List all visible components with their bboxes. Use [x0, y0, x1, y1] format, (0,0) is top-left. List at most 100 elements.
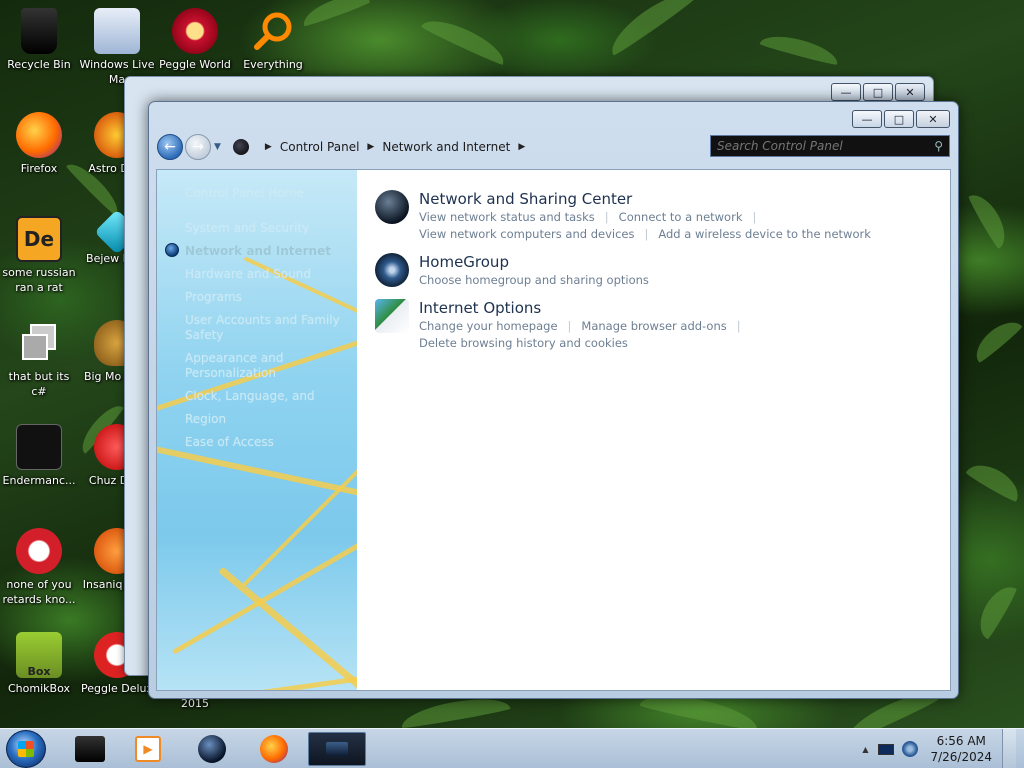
link-manage-add-ons[interactable]: Manage browser add-ons — [581, 318, 726, 335]
internet-options-icon — [375, 299, 409, 333]
category-list: Network and Sharing Center View network … — [357, 170, 950, 690]
show-hidden-icons-icon[interactable]: ▲ — [862, 745, 868, 754]
breadcrumb-chevron-icon[interactable]: ▶ — [367, 142, 374, 152]
category-internet-options: Internet Options Change your homepage | Ma… — [375, 299, 950, 352]
nav-link-hardware-and-sound[interactable]: Hardware and Sound — [185, 263, 347, 286]
category-title[interactable]: Internet Options — [419, 299, 950, 318]
maximize-icon[interactable]: □ — [863, 83, 893, 101]
taskbar-app-media-player[interactable]: ▶ — [126, 732, 170, 766]
peggle-world-icon — [172, 8, 218, 54]
search-box[interactable]: ⚲ — [710, 135, 950, 157]
taskbar: ▶ ▲ 6:56 AM 7/26/2024 — [0, 728, 1024, 768]
control-panel-icon — [232, 139, 249, 155]
link-change-homepage[interactable]: Change your homepage — [419, 318, 558, 335]
search-input[interactable] — [717, 139, 917, 153]
desktop-icon-endermanch[interactable]: Endermanc... — [0, 424, 78, 488]
windows-logo-icon — [18, 741, 34, 757]
minimize-icon[interactable]: — — [831, 83, 861, 101]
forward-arrow-icon: → — [192, 139, 204, 155]
back-button[interactable]: ← — [157, 134, 183, 160]
back-arrow-icon: ← — [164, 139, 176, 155]
start-button[interactable] — [6, 730, 46, 768]
desktop-icon-recycle-bin[interactable]: Recycle Bin — [0, 8, 78, 72]
taskbar-app-black-box[interactable] — [68, 732, 112, 766]
forward-button[interactable]: → — [185, 134, 211, 160]
clock[interactable]: 6:56 AM 7/26/2024 — [930, 733, 992, 765]
link-homegroup-options[interactable]: Choose homegroup and sharing options — [419, 272, 649, 289]
breadcrumb-chevron-icon[interactable]: ▶ — [265, 142, 272, 152]
nav-link-programs[interactable]: Programs — [185, 286, 347, 309]
desktop-icon-label: Peggle Delux — [80, 682, 154, 695]
close-icon: ✕ — [928, 112, 938, 126]
navigation-bar: ← → ▼ ▶ Control Panel ▶ Network and Inte… — [157, 132, 950, 162]
minimize-button[interactable]: — — [852, 110, 882, 128]
breadcrumb-network-and-internet[interactable]: Network and Internet — [382, 140, 510, 154]
desktop-icon-chomikbox[interactable]: Box ChomikBox — [0, 632, 78, 696]
background-window-controls: — □ ✕ — [831, 83, 925, 101]
chomikbox-icon: Box — [16, 632, 62, 678]
desktop-icon-label: Everything — [243, 58, 303, 71]
de-app-icon: De — [16, 216, 62, 262]
left-nav-links: Control Panel Home System and Security N… — [185, 182, 347, 454]
firefox-icon — [260, 735, 288, 763]
recycle-bin-icon — [21, 8, 57, 54]
desktop-icon-label: that but its c# — [8, 370, 70, 398]
desktop-icon-label: none of you retards kno... — [2, 578, 76, 606]
mail-icon — [94, 8, 140, 54]
nav-link-appearance[interactable]: Appearance and Personalization — [185, 347, 347, 385]
nav-link-clock-language-region[interactable]: Clock, Language, and Region — [185, 385, 347, 431]
search-icon[interactable]: ⚲ — [934, 139, 943, 153]
desktop-icon-none-of-you[interactable]: none of you retards kno... — [0, 528, 78, 607]
link-delete-history[interactable]: Delete browsing history and cookies — [419, 335, 628, 352]
nav-link-ease-of-access[interactable]: Ease of Access — [185, 431, 347, 454]
desktop-icon-label: Firefox — [20, 162, 58, 175]
clock-time: 6:56 AM — [936, 734, 986, 748]
desktop-icon-that-but-its-csharp[interactable]: that but its c# — [0, 320, 78, 399]
desktop-icon-label: some russian ran a rat — [2, 266, 76, 294]
category-title[interactable]: HomeGroup — [419, 253, 649, 272]
display-tray-icon[interactable] — [878, 743, 895, 755]
magnifier-icon — [250, 8, 296, 54]
address-bar[interactable]: ▶ Control Panel ▶ Network and Internet ▶… — [227, 136, 755, 158]
system-tray: ▲ 6:56 AM 7/26/2024 — [862, 729, 1016, 768]
content-area: Control Panel Home System and Security N… — [156, 169, 951, 691]
close-icon[interactable]: ✕ — [895, 83, 925, 101]
close-button[interactable]: ✕ — [916, 110, 950, 128]
desktop-icon-label: ChomikBox — [8, 682, 70, 695]
desktop-icon-everything[interactable]: Everything — [234, 8, 312, 72]
current-category-bullet-icon — [165, 243, 179, 257]
firefox-icon — [16, 112, 62, 158]
nav-link-system-and-security[interactable]: System and Security — [185, 217, 347, 240]
network-tray-icon[interactable] — [902, 741, 919, 757]
desktop-icon-peggle-world[interactable]: Peggle World — [156, 8, 234, 72]
taskbar-app-control-panel[interactable] — [308, 732, 366, 766]
desktop-icon-some-russian[interactable]: De some russian ran a rat — [0, 216, 78, 295]
show-desktop-button[interactable] — [1002, 729, 1016, 768]
desktop-icon-label: Recycle Bin — [7, 58, 71, 71]
link-view-network-computers[interactable]: View network computers and devices — [419, 226, 634, 243]
nav-link-control-panel-home[interactable]: Control Panel Home — [185, 182, 347, 205]
left-navigation-pane: Control Panel Home System and Security N… — [157, 170, 357, 690]
taskbar-app-network[interactable] — [190, 732, 234, 766]
link-connect-to-network[interactable]: Connect to a network — [619, 209, 743, 226]
maximize-button[interactable]: □ — [884, 110, 914, 128]
category-homegroup: HomeGroup Choose homegroup and sharing o… — [375, 253, 950, 289]
control-panel-window: — □ ✕ ← → ▼ ▶ Control Panel ▶ Network an… — [148, 101, 959, 699]
breadcrumb-control-panel[interactable]: Control Panel — [280, 140, 360, 154]
taskbar-app-firefox[interactable] — [252, 732, 296, 766]
desktop-icon-label: Peggle World — [159, 58, 231, 71]
breadcrumb-chevron-icon[interactable]: ▶ — [518, 142, 525, 152]
media-player-icon: ▶ — [135, 736, 161, 762]
category-title[interactable]: Network and Sharing Center — [419, 190, 871, 209]
nav-link-user-accounts[interactable]: User Accounts and Family Safety — [185, 309, 347, 347]
nav-link-network-and-internet[interactable]: Network and Internet — [185, 240, 347, 263]
link-add-wireless-device[interactable]: Add a wireless device to the network — [658, 226, 871, 243]
category-network-and-sharing-center: Network and Sharing Center View network … — [375, 190, 950, 243]
link-view-network-status[interactable]: View network status and tasks — [419, 209, 595, 226]
clock-date: 7/26/2024 — [930, 750, 992, 764]
network-globe-icon — [375, 190, 409, 224]
windows-stack-icon — [16, 320, 62, 366]
red-creature-icon — [16, 528, 62, 574]
recent-pages-dropdown[interactable]: ▼ — [214, 142, 221, 152]
desktop-icon-firefox[interactable]: Firefox — [0, 112, 78, 176]
